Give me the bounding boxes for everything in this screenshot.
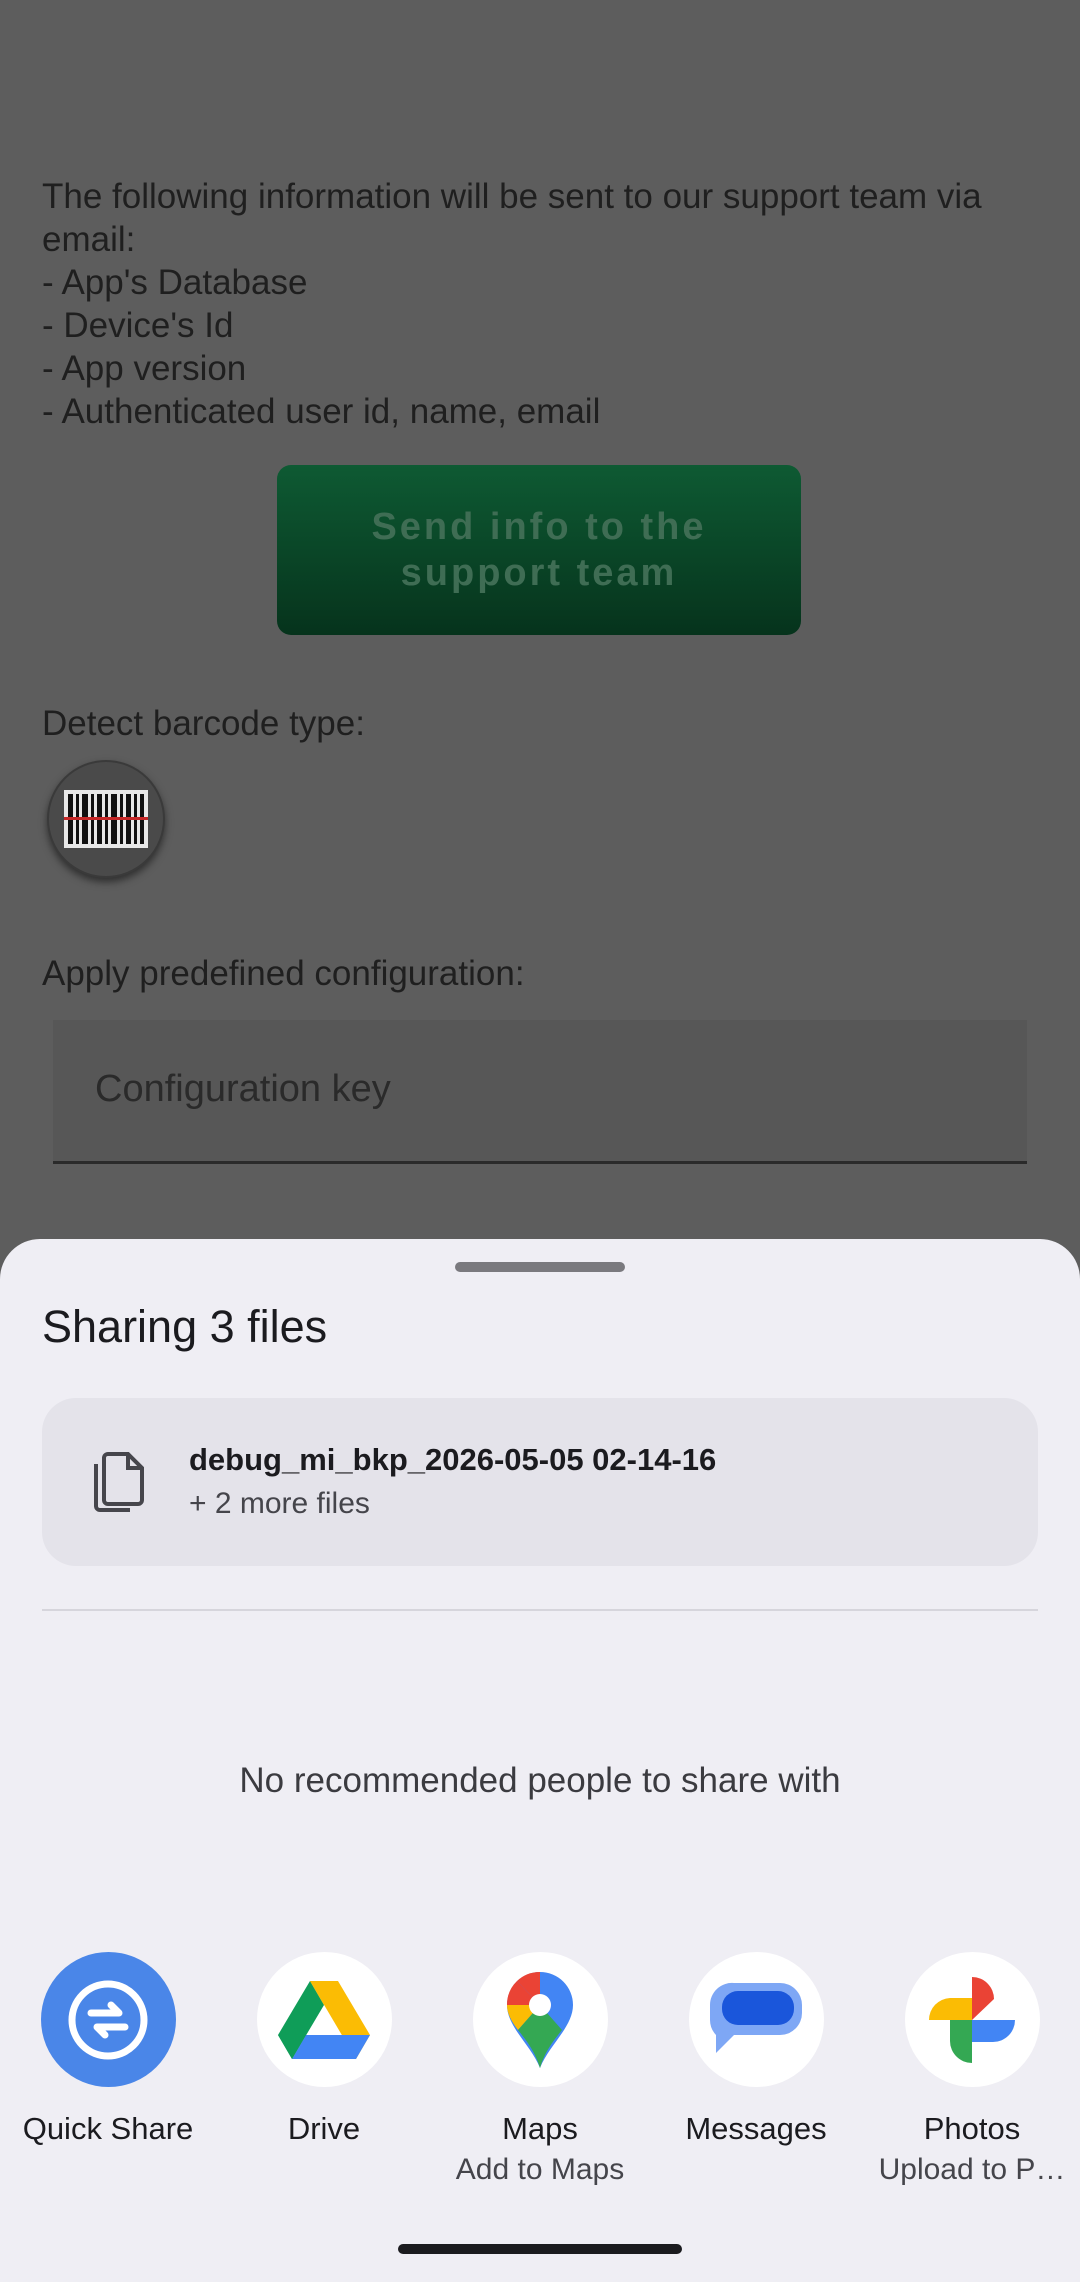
photos-icon (929, 1976, 1015, 2063)
share-sheet: Sharing 3 files debug_mi_bkp_2026-05-05 … (0, 1239, 1080, 2282)
barcode-scan-button[interactable] (47, 760, 165, 878)
send-info-button[interactable]: Send info to the support team (277, 465, 801, 635)
share-sheet-title: Sharing 3 files (42, 1301, 328, 1352)
copy-files-icon (94, 1452, 144, 1512)
share-target-quick-share[interactable]: Quick Share (0, 1952, 216, 2153)
share-target-maps[interactable]: Maps Add to Maps (432, 1952, 648, 2187)
share-target-label: Photos (923, 2111, 1021, 2146)
share-target-sublabel: Add to Maps (455, 2153, 625, 2186)
share-target-sublabel: Upload to P… (878, 2153, 1066, 2186)
share-target-label: Quick Share (22, 2111, 194, 2146)
share-targets-row: Quick Share Drive Maps Add to Maps Messa… (0, 1952, 1080, 2212)
more-files-text: + 2 more files (189, 1487, 370, 1520)
gesture-nav-bar[interactable] (398, 2244, 682, 2254)
config-key-placeholder: Configuration key (95, 1068, 391, 1110)
detect-barcode-label: Detect barcode type: (42, 704, 365, 743)
barcode-icon (64, 790, 148, 848)
config-key-input[interactable]: Configuration key (53, 1020, 1027, 1164)
messages-icon (709, 1982, 802, 2053)
share-target-photos[interactable]: Photos Upload to P… (864, 1952, 1080, 2187)
share-target-messages[interactable]: Messages (648, 1952, 864, 2153)
maps-icon (506, 1971, 573, 2068)
share-target-label: Maps (502, 2111, 578, 2146)
no-recommended-people-text: No recommended people to share with (239, 1761, 841, 1800)
support-info-text: The following information will be sent t… (42, 177, 982, 431)
shared-file-card: debug_mi_bkp_2026-05-05 02-14-16 + 2 mor… (42, 1398, 1038, 1566)
sheet-drag-handle[interactable] (455, 1262, 625, 1272)
predefined-config-label: Apply predefined configuration: (42, 954, 525, 993)
divider (42, 1609, 1038, 1611)
share-target-drive[interactable]: Drive (216, 1952, 432, 2153)
file-name: debug_mi_bkp_2026-05-05 02-14-16 (189, 1442, 717, 1477)
share-target-label: Drive (287, 2111, 361, 2146)
drive-icon (278, 1980, 370, 2059)
quick-share-icon (68, 1980, 148, 2059)
share-target-label: Messages (685, 2111, 827, 2146)
